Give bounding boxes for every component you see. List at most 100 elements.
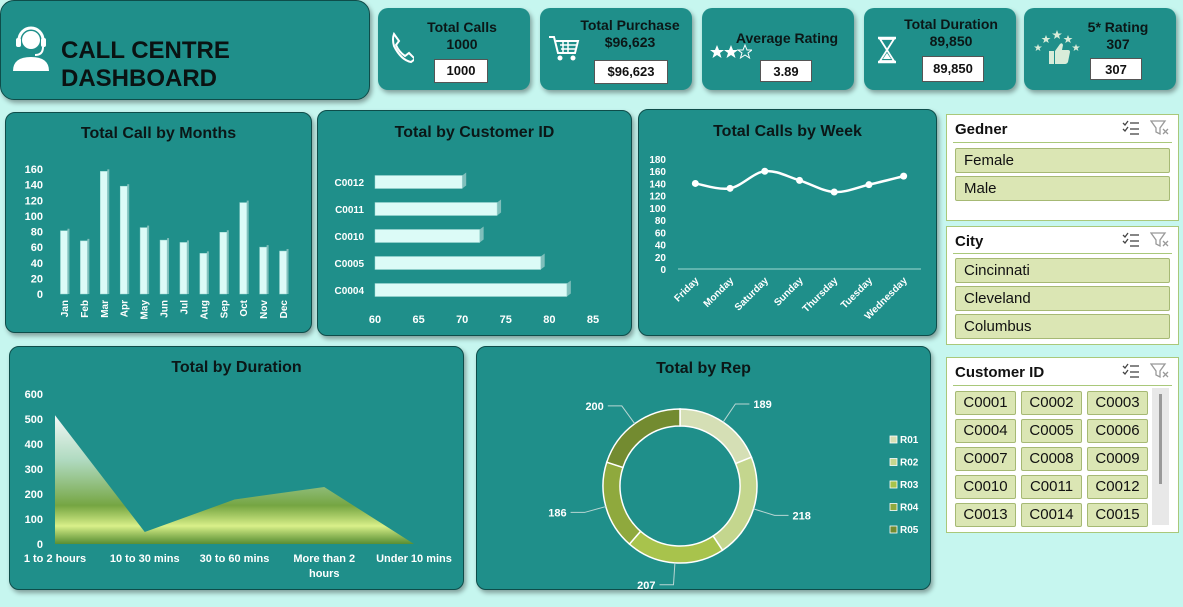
slicer-city-divider <box>953 253 1172 254</box>
month-bar-side <box>206 251 209 294</box>
rep-leader-line <box>722 403 750 423</box>
slicer-customer-item[interactable]: C0006 <box>1087 419 1148 443</box>
slicer-customer-item[interactable]: C0005 <box>1021 419 1082 443</box>
duration-y-tick: 0 <box>37 539 43 551</box>
slicer-city-item-columbus[interactable]: Columbus <box>955 314 1170 339</box>
slicer-customer-item[interactable]: C0002 <box>1021 391 1082 415</box>
rep-data-label: 186 <box>548 507 566 519</box>
slicer-customer-item[interactable]: C0007 <box>955 447 1016 471</box>
duration-x-tick: 1 to 2 hours <box>24 553 86 565</box>
slicer-city-item-cincinnati[interactable]: Cincinnati <box>955 258 1170 283</box>
duration-y-tick: 300 <box>25 464 43 476</box>
slicer-gender-divider <box>953 142 1172 143</box>
rep-data-label: 189 <box>753 399 771 411</box>
customer-y-tick: C0012 <box>335 178 365 189</box>
month-y-tick: 60 <box>31 242 43 254</box>
kpi-five-star-value: 307 <box>1090 58 1142 80</box>
slicer-customer-item[interactable]: C0010 <box>955 475 1016 499</box>
week-point <box>726 184 734 192</box>
chart-rep-plot: 189 218 207 186 200 R01 R02 R03 R04 R05 <box>548 399 919 591</box>
multi-select-icon[interactable] <box>1122 120 1140 136</box>
month-bar <box>100 171 108 295</box>
slicer-customer-item[interactable]: C0011 <box>1021 475 1082 499</box>
month-bar-side <box>186 240 189 294</box>
week-point <box>691 179 699 187</box>
slicer-gender-item-female[interactable]: Female <box>955 148 1170 173</box>
month-x-tick: Sep <box>219 300 230 318</box>
month-x-tick: May <box>140 300 151 320</box>
week-point <box>900 172 908 180</box>
kpi-total-calls: Total Calls 1000 1000 <box>378 8 530 90</box>
duration-x-tick: 30 to 60 mins <box>200 553 270 565</box>
rep-donut-slice <box>605 408 681 469</box>
duration-x-tick: hours <box>309 568 340 580</box>
slicer-customer-item[interactable]: C0012 <box>1087 475 1148 499</box>
month-bar <box>60 230 68 295</box>
kpi-calls-title: Total Calls 1000 <box>418 19 506 53</box>
week-point <box>865 181 873 189</box>
week-y-tick: 140 <box>649 179 666 190</box>
chart-week-plot: 02040 6080100120 140160180 Friday MondaySatu… <box>649 155 921 322</box>
slicer-customer-item[interactable]: C0015 <box>1087 503 1148 527</box>
rep-legend-label: R05 <box>900 525 919 536</box>
week-x-tick: Thursday <box>801 275 841 315</box>
week-x-tick: Saturday <box>733 275 771 313</box>
month-y-tick: 0 <box>37 289 43 301</box>
duration-area <box>55 415 414 544</box>
month-x-tick: Feb <box>80 300 91 318</box>
month-bar <box>199 253 208 295</box>
slicer-gender-title: Gedner <box>955 121 1008 138</box>
multi-select-icon[interactable] <box>1122 232 1140 248</box>
week-y-tick: 180 <box>649 155 666 166</box>
month-bar-side <box>286 249 289 294</box>
duration-y-tick: 200 <box>25 489 43 501</box>
month-bar-side <box>167 238 170 294</box>
slicer-scrollbar-thumb[interactable] <box>1159 394 1162 484</box>
slicer-customer-item[interactable]: C0013 <box>955 503 1016 527</box>
rep-legend-swatch <box>889 435 898 444</box>
month-bar-side <box>107 169 110 294</box>
rep-legend-label: R02 <box>900 458 919 469</box>
customer-y-tick: C0005 <box>335 259 365 270</box>
month-bar <box>279 250 287 295</box>
month-x-tick: Dec <box>279 300 290 319</box>
rep-data-label: 207 <box>637 580 655 591</box>
customer-bar <box>374 202 498 216</box>
month-bar-side <box>67 228 70 294</box>
slicer-customer-item[interactable]: C0009 <box>1087 447 1148 471</box>
slicer-customer-item[interactable]: C0008 <box>1021 447 1082 471</box>
slicer-customer-grid: C0001 C0002 C0003 C0004 C0005 C0006 C0007 C0008… <box>947 358 1180 534</box>
rep-leader-line <box>607 405 636 424</box>
slicer-scrollbar-track[interactable] <box>1152 388 1169 525</box>
customer-x-tick: 75 <box>500 314 512 326</box>
duration-x-tick: 10 to 30 mins <box>110 553 180 565</box>
week-x-tick: Sunday <box>772 275 806 309</box>
slicer-customer-item[interactable]: C0003 <box>1087 391 1148 415</box>
customer-y-tick: C0011 <box>335 205 364 216</box>
week-point <box>796 176 803 184</box>
chart-total-by-customer: Total by Customer ID C0012 C0011 C0010 C000… <box>317 110 632 336</box>
slicer-customer-item[interactable]: C0014 <box>1021 503 1082 527</box>
hourglass-icon <box>878 36 896 64</box>
duration-x-tick: Under 10 mins <box>376 553 452 565</box>
kpi-purchase-title-line1: Total Purchase <box>580 17 680 33</box>
week-point <box>830 188 838 196</box>
month-bar <box>219 232 228 295</box>
month-x-tick: Nov <box>259 300 270 319</box>
month-bar <box>239 202 247 295</box>
rep-donut-slice <box>602 461 642 546</box>
slicer-gender-item-male[interactable]: Male <box>955 176 1170 201</box>
month-x-tick: Apr <box>120 300 131 317</box>
slicer-customer-item[interactable]: C0001 <box>955 391 1016 415</box>
slicer-city-item-cleveland[interactable]: Cleveland <box>955 286 1170 311</box>
month-bar-side <box>87 238 90 294</box>
slicer-customer-item[interactable]: C0004 <box>955 419 1016 443</box>
week-x-tick: Friday <box>672 275 701 304</box>
rep-legend-swatch <box>889 525 898 534</box>
clear-filter-icon[interactable] <box>1150 120 1170 136</box>
month-x-tick: Mar <box>100 300 111 318</box>
clear-filter-icon[interactable] <box>1150 232 1170 248</box>
week-y-tick: 160 <box>649 167 666 178</box>
month-bar <box>80 240 88 295</box>
month-bar-side <box>226 230 229 294</box>
